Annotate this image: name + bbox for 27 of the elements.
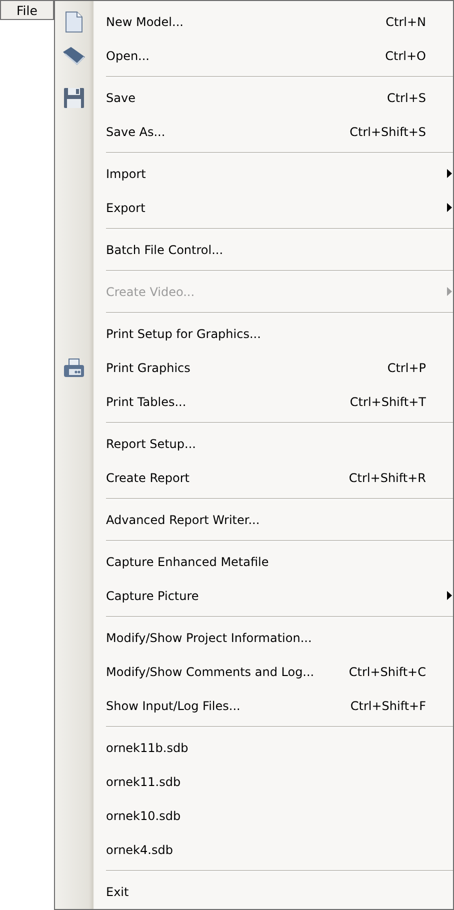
menu-item[interactable]: Import <box>55 157 453 191</box>
menu-item[interactable]: Export <box>55 191 453 225</box>
menu-item[interactable]: Report Setup... <box>55 427 453 461</box>
menu-item[interactable]: Exit <box>55 875 453 909</box>
menu-item[interactable]: Batch File Control... <box>55 233 453 267</box>
menu-item[interactable]: ornek11.sdb <box>55 765 453 799</box>
menu-item[interactable]: Save Ctrl+S <box>55 81 453 115</box>
file-menu-button[interactable]: File <box>0 0 54 20</box>
menu-item[interactable]: Print Tables... Ctrl+Shift+T <box>55 385 453 419</box>
menu-item[interactable]: Capture Picture <box>55 579 453 613</box>
folder-icon <box>62 46 86 66</box>
menu-item[interactable]: Modify/Show Project Information... <box>55 621 453 655</box>
menu-item[interactable]: ornek11b.sdb <box>55 731 453 765</box>
menu-item[interactable]: Capture Enhanced Metafile <box>55 545 453 579</box>
menu-item[interactable]: Show Input/Log Files... Ctrl+Shift+F <box>55 689 453 723</box>
menu-item[interactable]: Modify/Show Comments and Log... Ctrl+Shift+C <box>55 655 453 689</box>
menu-item[interactable]: Print Graphics Ctrl+P <box>55 351 453 385</box>
menu-item[interactable]: Save As... Ctrl+Shift+S <box>55 115 453 149</box>
printer-icon <box>63 358 85 378</box>
menu-item[interactable]: New Model... Ctrl+N <box>55 5 453 39</box>
menu-item[interactable]: Print Setup for Graphics... <box>55 317 453 351</box>
document-icon <box>65 11 83 33</box>
menu-item[interactable]: Create Report Ctrl+Shift+R <box>55 461 453 495</box>
menu-item[interactable]: Advanced Report Writer... <box>55 503 453 537</box>
menu-item[interactable]: Open... Ctrl+O <box>55 39 453 73</box>
menu-item[interactable]: ornek4.sdb <box>55 833 453 867</box>
menu-item[interactable]: ornek10.sdb <box>55 799 453 833</box>
